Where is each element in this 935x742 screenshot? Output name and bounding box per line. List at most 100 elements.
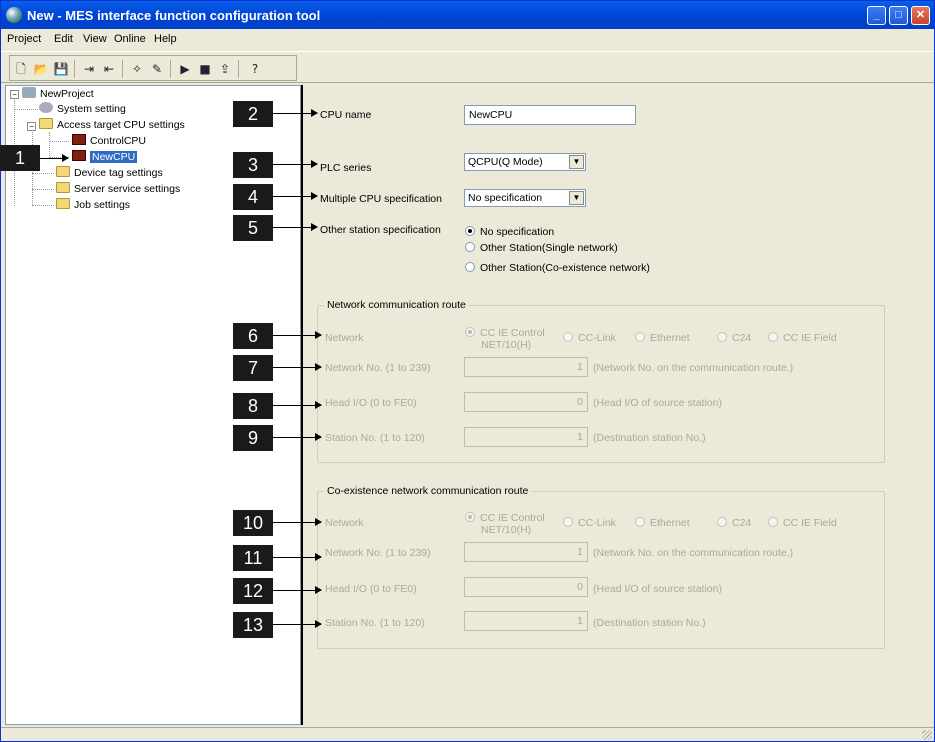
chevron-down-icon[interactable]: ▼ <box>569 155 584 169</box>
tree-line <box>49 132 50 158</box>
tree-line <box>32 173 54 174</box>
save-icon[interactable]: 💾 <box>52 60 70 78</box>
tree-line <box>32 205 54 206</box>
cpu-name-input[interactable]: NewCPU <box>464 105 636 125</box>
export-icon[interactable]: ⇤ <box>100 60 118 78</box>
plc-series-select[interactable]: QCPU(Q Mode) ▼ <box>464 153 586 171</box>
folder-icon <box>56 182 70 193</box>
new-icon[interactable]: 🗋 <box>12 60 30 78</box>
conet-radio-cc-ie-control[interactable]: CC IE Control <box>465 512 545 524</box>
tree-item-root[interactable]: NewProject <box>22 87 94 101</box>
toolbar-separator <box>170 60 171 78</box>
net-station-hint: (Destination station No.) <box>593 432 706 444</box>
tree-line <box>14 109 38 110</box>
conet-head-label: Head I/O (0 to FE0) <box>325 583 417 595</box>
close-button[interactable]: ✕ <box>911 6 930 25</box>
callout-6: 6 <box>233 323 273 349</box>
toolbar: 🗋 📂 💾 ⇥ ⇤ ✧ ✎ ▶ ■ ⇪ ? <box>1 51 934 83</box>
net-radio-cc-ie-field[interactable]: CC IE Field <box>768 332 837 344</box>
radio-coexistence-network[interactable]: Other Station(Co-existence network) <box>465 262 650 274</box>
help-icon[interactable]: ? <box>246 60 264 78</box>
menu-help[interactable]: Help <box>154 33 177 45</box>
net-radio-cc-ie-control-line2: NET/10(H) <box>481 339 532 351</box>
conet-head-input[interactable]: 0 <box>464 577 588 597</box>
open-icon[interactable]: 📂 <box>32 60 50 78</box>
toolbar-group: 🗋 📂 💾 ⇥ ⇤ ✧ ✎ ▶ ■ ⇪ ? <box>9 55 297 81</box>
resize-grip-icon[interactable] <box>922 730 932 740</box>
tree-line <box>32 189 54 190</box>
conet-radio-ethernet[interactable]: Ethernet <box>635 517 690 529</box>
tree-item-device-tag[interactable]: Device tag settings <box>56 166 163 180</box>
net-radio-cc-link[interactable]: CC-Link <box>563 332 616 344</box>
net-head-hint: (Head I/O of source station) <box>593 397 722 409</box>
conet-station-input[interactable]: 1 <box>464 611 588 631</box>
callout-arrow <box>273 223 318 231</box>
chevron-down-icon[interactable]: ▼ <box>569 191 584 205</box>
net-station-input[interactable]: 1 <box>464 427 588 447</box>
menu-bar: Project Edit View Online Help <box>1 30 934 50</box>
collapse-icon[interactable]: − <box>10 90 19 99</box>
net-radio-c24[interactable]: C24 <box>717 332 751 344</box>
callout-arrow <box>273 363 322 371</box>
callout-arrow <box>273 160 318 168</box>
edit-icon[interactable]: ✎ <box>148 60 166 78</box>
callout-arrow <box>273 620 322 628</box>
multi-cpu-select[interactable]: No specification ▼ <box>464 189 586 207</box>
import-icon[interactable]: ⇥ <box>80 60 98 78</box>
conet-netno-hint: (Network No. on the communication route.… <box>593 547 794 559</box>
radio-single-network[interactable]: Other Station(Single network) <box>465 242 618 254</box>
radio-no-specification[interactable]: No specification <box>465 226 554 238</box>
tree-item-system-setting[interactable]: System setting <box>39 102 126 116</box>
callout-3: 3 <box>233 152 273 178</box>
toolbar-separator <box>74 60 75 78</box>
callout-arrow <box>273 586 322 594</box>
tree-line <box>49 141 69 142</box>
net-radio-cc-ie-control[interactable]: CC IE Control <box>465 327 545 339</box>
conet-radio-cc-link[interactable]: CC-Link <box>563 517 616 529</box>
conet-netno-input[interactable]: 1 <box>464 542 588 562</box>
write-icon[interactable]: ⇪ <box>216 60 234 78</box>
callout-arrow <box>273 518 322 526</box>
callout-5: 5 <box>233 215 273 241</box>
menu-view[interactable]: View <box>83 33 107 45</box>
radio-dot <box>465 262 475 272</box>
radio-dot <box>635 332 645 342</box>
net-radio-ethernet[interactable]: Ethernet <box>635 332 690 344</box>
tree-item-controlcpu[interactable]: ControlCPU <box>72 134 146 148</box>
callout-8: 8 <box>233 393 273 419</box>
callout-arrow <box>273 331 322 339</box>
net-head-input[interactable]: 0 <box>464 392 588 412</box>
window-title: New - MES interface function configurati… <box>27 8 321 23</box>
conet-station-label: Station No. (1 to 120) <box>325 617 425 629</box>
menu-project[interactable]: Project <box>7 33 41 45</box>
tree-item-access-target[interactable]: Access target CPU settings <box>39 118 185 132</box>
radio-dot <box>465 512 475 522</box>
folder-open-icon <box>39 118 53 129</box>
collapse-icon[interactable]: − <box>27 122 36 131</box>
conet-radio-cc-ie-control-line2: NET/10(H) <box>481 524 532 536</box>
tree-item-job-settings[interactable]: Job settings <box>56 198 130 212</box>
menu-online[interactable]: Online <box>114 33 146 45</box>
maximize-button[interactable]: □ <box>889 6 908 25</box>
callout-1: 1 <box>0 145 40 171</box>
radio-dot <box>465 242 475 252</box>
wizard-icon[interactable]: ✧ <box>128 60 146 78</box>
cpu-icon <box>72 134 86 145</box>
conet-radio-cc-ie-field[interactable]: CC IE Field <box>768 517 837 529</box>
callout-13: 13 <box>233 612 273 638</box>
settings-panel: CPU name NewCPU PLC series QCPU(Q Mode) … <box>303 85 934 725</box>
conet-radio-c24[interactable]: C24 <box>717 517 751 529</box>
callout-arrow <box>273 433 322 441</box>
minimize-button[interactable]: _ <box>867 6 886 25</box>
run-icon[interactable]: ▶ <box>176 60 194 78</box>
cpu-icon <box>72 150 86 161</box>
tree-item-server-service[interactable]: Server service settings <box>56 182 180 196</box>
tree-item-newcpu[interactable]: NewCPU <box>72 150 138 164</box>
radio-dot <box>563 517 573 527</box>
callout-2: 2 <box>233 101 273 127</box>
network-route-group-title: Network communication route <box>324 299 469 311</box>
net-netno-input[interactable]: 1 <box>464 357 588 377</box>
menu-edit[interactable]: Edit <box>54 33 73 45</box>
plc-series-label: PLC series <box>320 162 372 174</box>
stop-icon[interactable]: ■ <box>196 60 214 78</box>
